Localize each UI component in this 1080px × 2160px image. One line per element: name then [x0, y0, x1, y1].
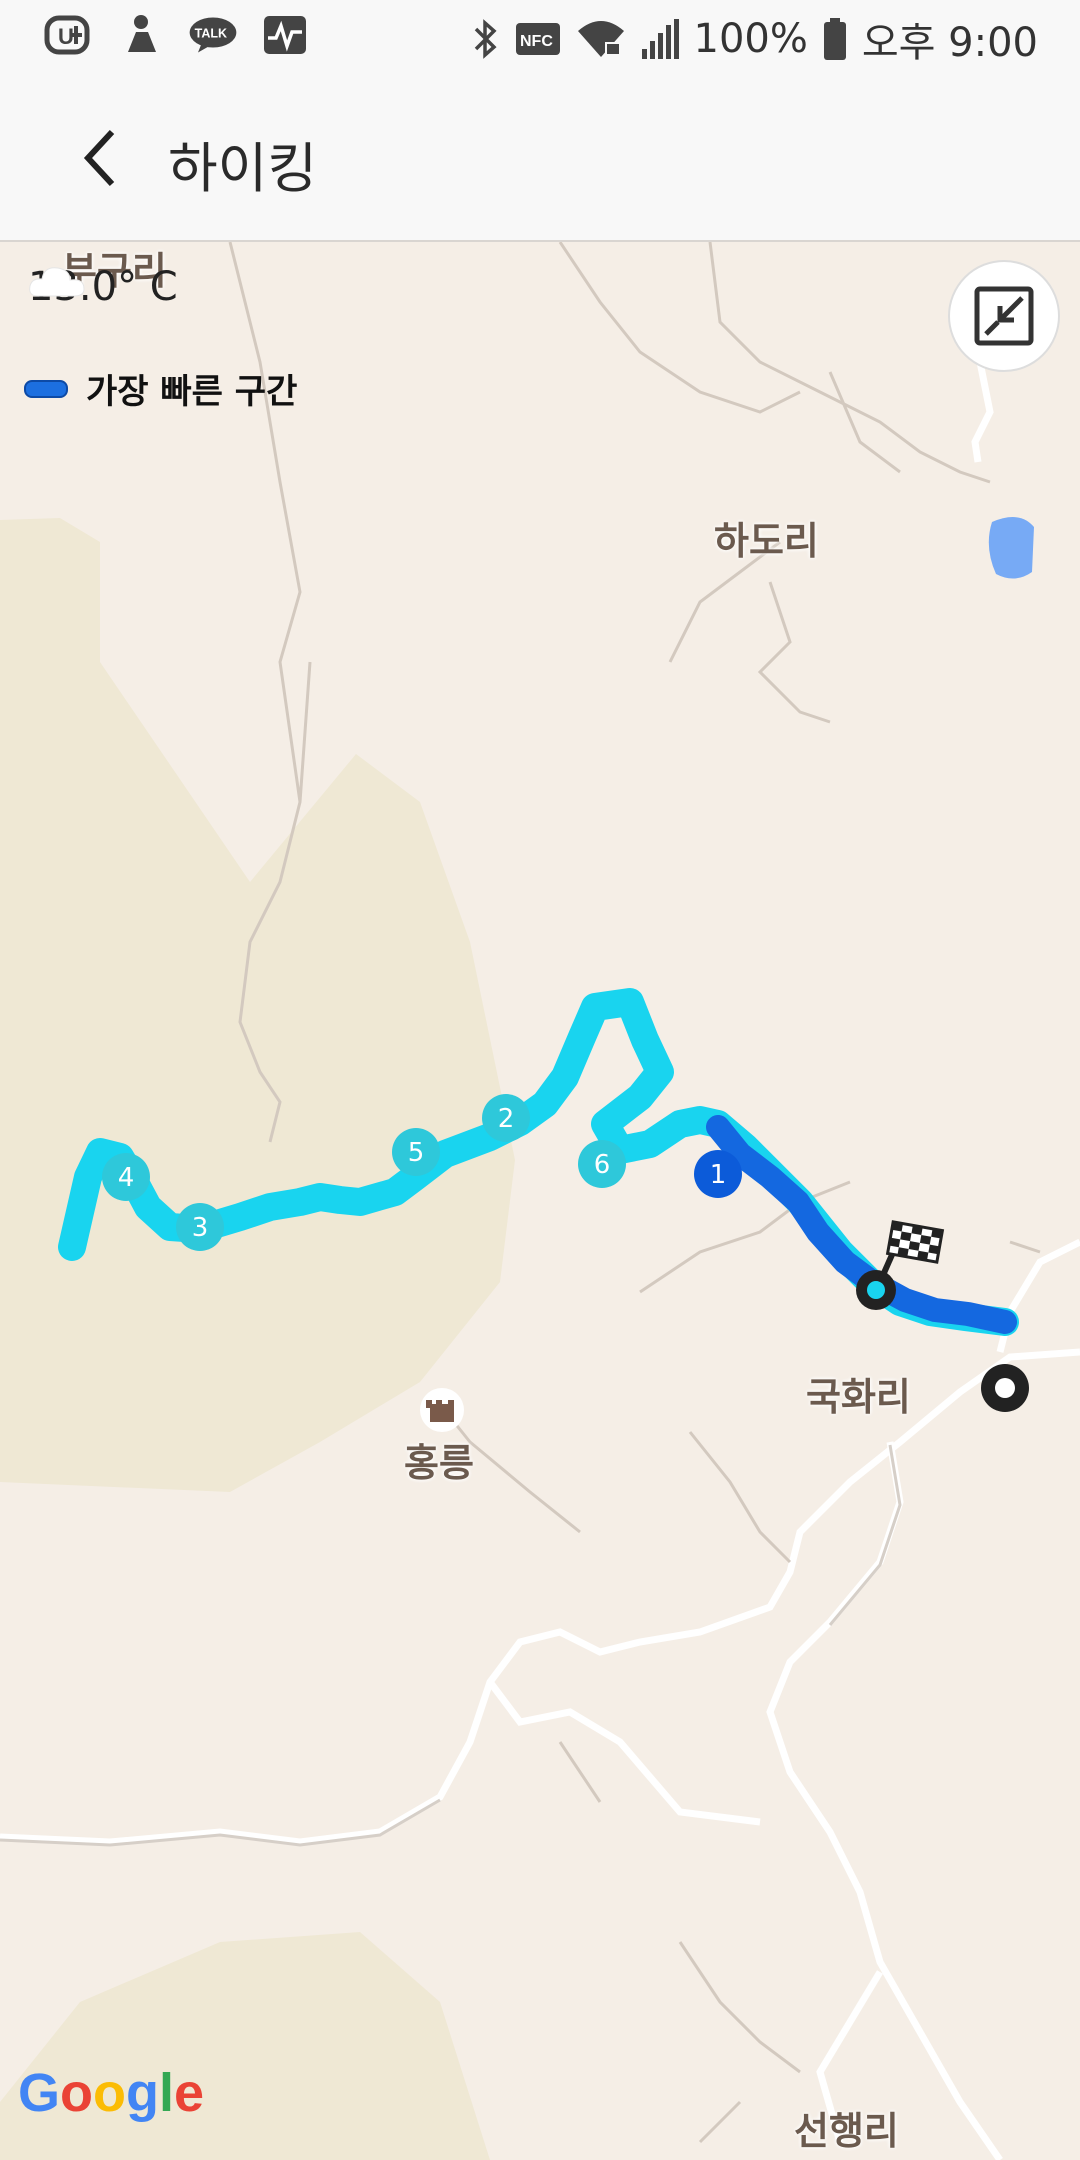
collapse-icon [974, 286, 1034, 346]
palace-icon [420, 1388, 464, 1432]
nfc-icon: NFC [515, 23, 560, 55]
route-marker-2[interactable]: 2 [482, 1094, 530, 1142]
kakaotalk-icon: TALK [189, 17, 237, 53]
place-hado-ri: 하도리 [714, 519, 819, 563]
signal-icon [641, 19, 679, 59]
page-title: 하이킹 [168, 137, 318, 200]
legend-label: 가장 빠른 구간 [86, 372, 298, 412]
map-view[interactable]: 1 2 3 4 5 6 부구리 하도리 국화리 홍릉 선행리 13.0° C 가… [0, 242, 1080, 2160]
map-canvas: 1 2 3 4 5 6 [0, 242, 1080, 2160]
route-marker-5[interactable]: 5 [392, 1128, 440, 1176]
start-point-icon[interactable] [981, 1364, 1029, 1412]
route-marker-6[interactable]: 6 [578, 1140, 626, 1188]
bluetooth-icon [474, 19, 497, 59]
route-marker-3[interactable]: 3 [176, 1203, 224, 1251]
place-seonhaeng-ri: 선행리 [794, 2109, 899, 2153]
battery-icon [823, 18, 846, 60]
route-marker-1[interactable]: 1 [694, 1150, 742, 1198]
route-marker-4[interactable]: 4 [102, 1153, 150, 1201]
legend: 가장 빠른 구간 [24, 364, 297, 413]
cloud-icon [29, 267, 85, 297]
place-hongneung: 홍릉 [404, 1441, 474, 1485]
status-bar: U TALK NFC 100% 오후 9:00 [0, 0, 1080, 72]
app-bar: 하이킹 [0, 72, 1080, 242]
svg-text:6: 6 [594, 1150, 611, 1180]
clock: 오후 9:00 [861, 20, 1038, 66]
svg-text:1: 1 [710, 1160, 727, 1190]
forest-area [0, 518, 515, 1492]
svg-text:NFC: NFC [520, 33, 553, 50]
svg-text:3: 3 [192, 1213, 209, 1243]
weather-widget: 13.0° C [28, 264, 178, 310]
person-icon [128, 15, 156, 52]
svg-text:TALK: TALK [195, 27, 227, 41]
uplus-icon: U [44, 15, 90, 55]
back-button[interactable] [60, 120, 136, 196]
google-logo: Google [18, 2063, 205, 2123]
svg-text:5: 5 [408, 1138, 425, 1168]
lake [988, 517, 1034, 579]
forest-area-south [0, 1932, 490, 2160]
activity-icon [264, 16, 306, 54]
svg-text:4: 4 [118, 1163, 135, 1193]
battery-percent: 100% [693, 16, 808, 62]
wifi-icon [577, 21, 624, 57]
svg-text:2: 2 [498, 1104, 515, 1134]
place-gukhwa-ri: 국화리 [806, 1375, 911, 1419]
legend-swatch [24, 379, 68, 398]
collapse-map-button[interactable] [948, 260, 1060, 372]
